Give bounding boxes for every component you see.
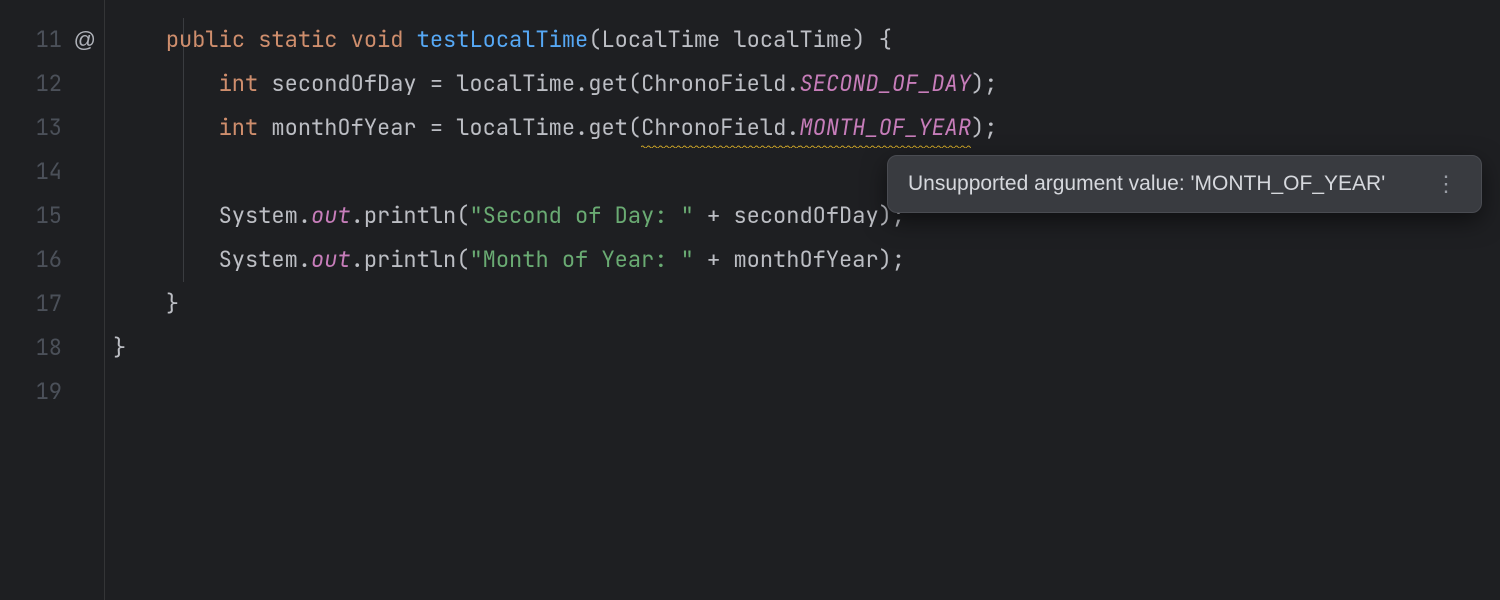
keyword-void: void bbox=[351, 25, 404, 54]
method-call: println bbox=[364, 245, 456, 274]
punct: . bbox=[351, 201, 364, 230]
keyword-int: int bbox=[219, 113, 259, 142]
class-ref: ChronoField bbox=[641, 106, 786, 150]
line-number: 15 bbox=[0, 194, 104, 238]
param-name: localTime bbox=[733, 25, 852, 54]
punct: . bbox=[575, 113, 588, 142]
punct: ; bbox=[892, 245, 905, 274]
operator: + bbox=[694, 245, 734, 274]
punct: . bbox=[298, 245, 311, 274]
class-ref: System bbox=[219, 201, 298, 230]
method-call: get bbox=[588, 69, 628, 98]
paren: ) bbox=[971, 113, 984, 142]
constant: SECOND_OF_DAY bbox=[799, 69, 971, 98]
keyword-static: static bbox=[258, 25, 337, 54]
code-area[interactable]: public static void testLocalTime(LocalTi… bbox=[105, 0, 1500, 600]
paren: ) bbox=[971, 69, 984, 98]
punct: ; bbox=[984, 69, 997, 98]
more-actions-icon[interactable]: ⋮ bbox=[1431, 173, 1461, 195]
line-number: 18 bbox=[0, 326, 104, 370]
keyword-public: public bbox=[166, 25, 245, 54]
string-literal: "Second of Day: " bbox=[469, 201, 693, 230]
field: out bbox=[311, 245, 351, 274]
code-line[interactable] bbox=[105, 370, 1500, 414]
brace: } bbox=[113, 333, 126, 362]
paren: ( bbox=[628, 69, 641, 98]
code-line[interactable]: System.out.println("Month of Year: " + m… bbox=[105, 238, 1500, 282]
paren: ( bbox=[628, 113, 641, 142]
punct: . bbox=[786, 69, 799, 98]
punct: . bbox=[351, 245, 364, 274]
operator: = bbox=[417, 113, 457, 142]
class-ref: ChronoField bbox=[641, 69, 786, 98]
brace: } bbox=[166, 289, 179, 318]
keyword-int: int bbox=[219, 69, 259, 98]
operator: = bbox=[417, 69, 457, 98]
code-line[interactable]: public static void testLocalTime(LocalTi… bbox=[105, 18, 1500, 62]
brace: { bbox=[879, 25, 892, 54]
method-name: testLocalTime bbox=[417, 25, 589, 54]
line-number: 12 bbox=[0, 62, 104, 106]
code-editor[interactable]: 11 @ 12 13 14 15 16 17 18 19 public stat… bbox=[0, 0, 1500, 600]
string-literal: "Month of Year: " bbox=[469, 245, 693, 274]
punct: . bbox=[786, 106, 799, 150]
indent bbox=[113, 25, 166, 54]
code-line[interactable]: int monthOfYear = localTime.get(ChronoFi… bbox=[105, 106, 1500, 150]
punct: . bbox=[298, 201, 311, 230]
indent bbox=[113, 289, 166, 318]
code-line[interactable]: } bbox=[105, 282, 1500, 326]
variable: secondOfDay bbox=[271, 69, 416, 98]
class-ref: System bbox=[219, 245, 298, 274]
indent bbox=[113, 201, 219, 230]
variable: secondOfDay bbox=[733, 201, 878, 230]
code-line[interactable]: int secondOfDay = localTime.get(ChronoFi… bbox=[105, 62, 1500, 106]
line-number: 14 bbox=[0, 150, 104, 194]
line-number: 17 bbox=[0, 282, 104, 326]
indent bbox=[113, 245, 219, 274]
constant-warning[interactable]: MONTH_OF_YEAR bbox=[799, 106, 971, 150]
variable: monthOfYear bbox=[733, 245, 878, 274]
punct: ; bbox=[984, 113, 997, 142]
identifier: localTime bbox=[456, 113, 575, 142]
punct: . bbox=[575, 69, 588, 98]
paren: ( bbox=[588, 25, 601, 54]
indent bbox=[113, 113, 219, 142]
line-number: 11 @ bbox=[0, 18, 104, 62]
paren: ( bbox=[456, 245, 469, 274]
paren: ) bbox=[852, 25, 865, 54]
code-line[interactable]: } bbox=[105, 326, 1500, 370]
line-number: 19 bbox=[0, 370, 104, 414]
method-call: get bbox=[588, 113, 628, 142]
variable: monthOfYear bbox=[271, 113, 416, 142]
param-type: LocalTime bbox=[601, 25, 720, 54]
gutter: 11 @ 12 13 14 15 16 17 18 19 bbox=[0, 0, 105, 600]
operator: + bbox=[694, 201, 734, 230]
method-call: println bbox=[364, 201, 456, 230]
field: out bbox=[311, 201, 351, 230]
paren: ( bbox=[456, 201, 469, 230]
paren: ) bbox=[879, 245, 892, 274]
tooltip-text: Unsupported argument value: 'MONTH_OF_YE… bbox=[908, 172, 1385, 196]
identifier: localTime bbox=[456, 69, 575, 98]
override-icon[interactable]: @ bbox=[74, 18, 96, 62]
line-number: 13 bbox=[0, 106, 104, 150]
indent bbox=[113, 69, 219, 98]
inspection-tooltip[interactable]: Unsupported argument value: 'MONTH_OF_YE… bbox=[887, 155, 1482, 213]
line-number: 16 bbox=[0, 238, 104, 282]
